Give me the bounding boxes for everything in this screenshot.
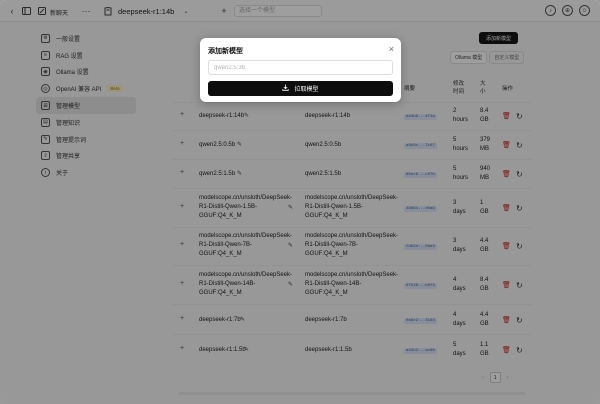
model-tag-input[interactable] <box>208 60 393 75</box>
close-icon[interactable]: × <box>389 44 394 54</box>
pull-model-button[interactable]: 拉取模型 <box>208 81 393 96</box>
download-icon <box>282 84 290 93</box>
dialog-title: 添加新模型 <box>208 48 243 55</box>
pull-model-label: 拉取模型 <box>294 87 319 93</box>
add-model-dialog: 添加新模型 × 拉取模型 <box>200 38 401 102</box>
